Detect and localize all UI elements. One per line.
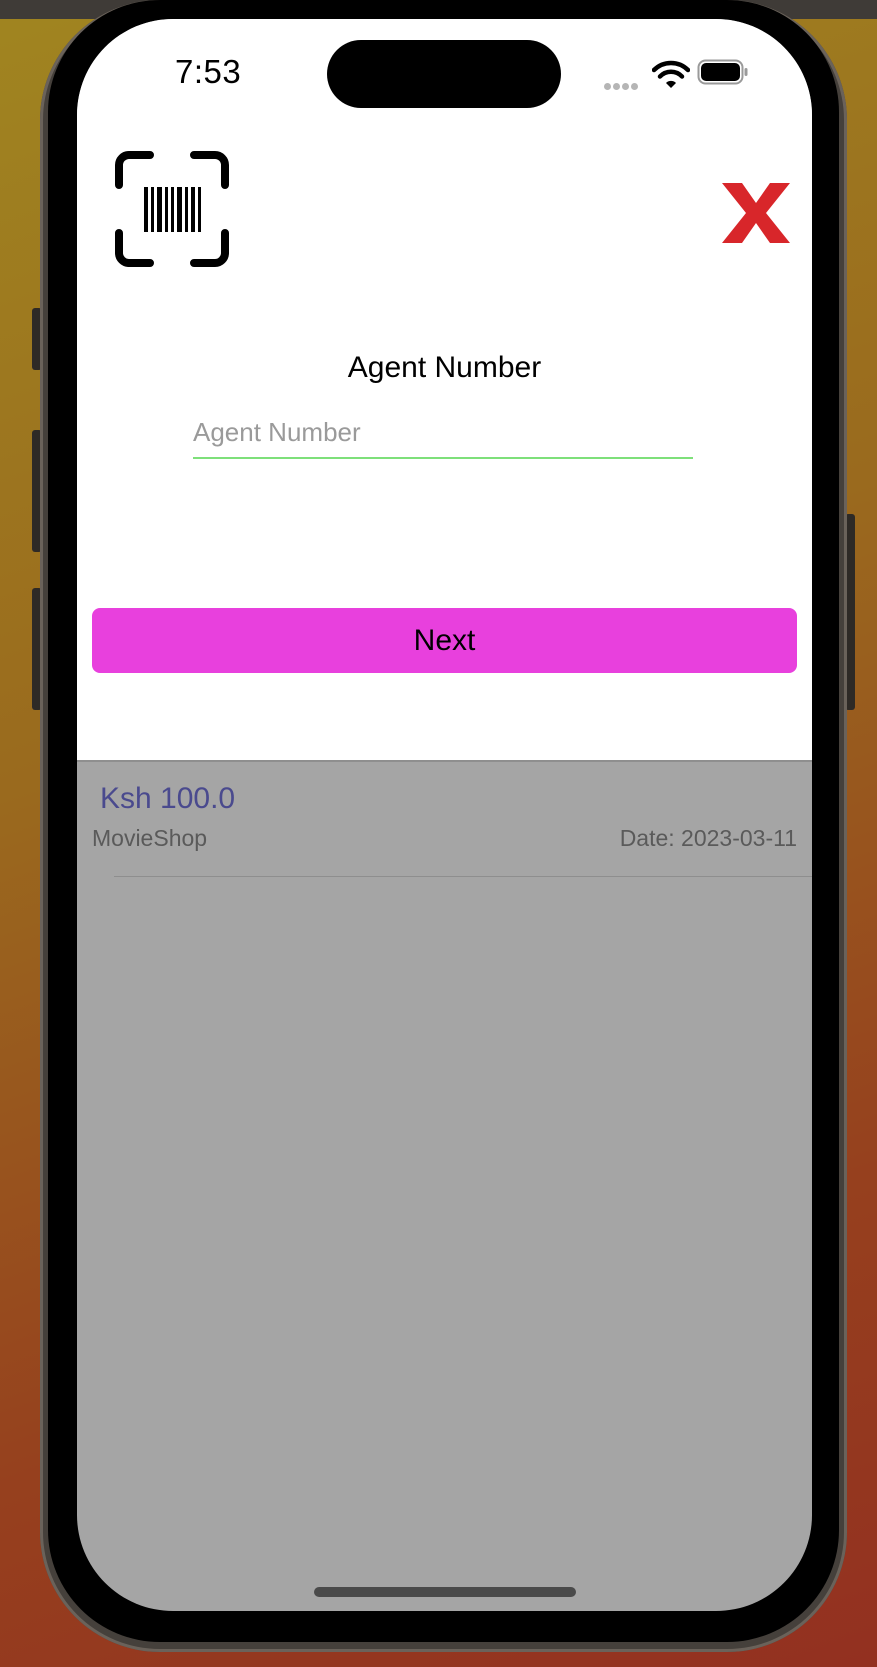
wifi-icon bbox=[652, 60, 690, 88]
phone-screen: 7:53 Agent Number Agent Number Next Ksh … bbox=[77, 19, 812, 1611]
agent-number-input[interactable] bbox=[193, 411, 693, 459]
agent-number-label: Agent Number bbox=[347, 351, 542, 384]
transaction-amount: Ksh 100.0 bbox=[100, 782, 236, 815]
next-button[interactable]: Next bbox=[92, 608, 797, 673]
transaction-merchant: MovieShop bbox=[92, 825, 208, 851]
battery-icon bbox=[697, 59, 748, 85]
agent-number-sheet: 7:53 Agent Number Agent Number Next bbox=[77, 19, 812, 762]
dynamic-island bbox=[327, 40, 561, 108]
list-divider-bottom bbox=[114, 876, 812, 877]
list-divider-top bbox=[114, 760, 812, 761]
transaction-date: Date: 2023-03-11 bbox=[619, 825, 797, 851]
cellular-signal-icon bbox=[604, 77, 644, 90]
home-indicator[interactable] bbox=[314, 1587, 576, 1597]
barcode-scan-icon[interactable] bbox=[114, 151, 230, 267]
close-x-icon[interactable] bbox=[720, 177, 792, 249]
status-bar-time: 7:53 bbox=[175, 53, 242, 90]
